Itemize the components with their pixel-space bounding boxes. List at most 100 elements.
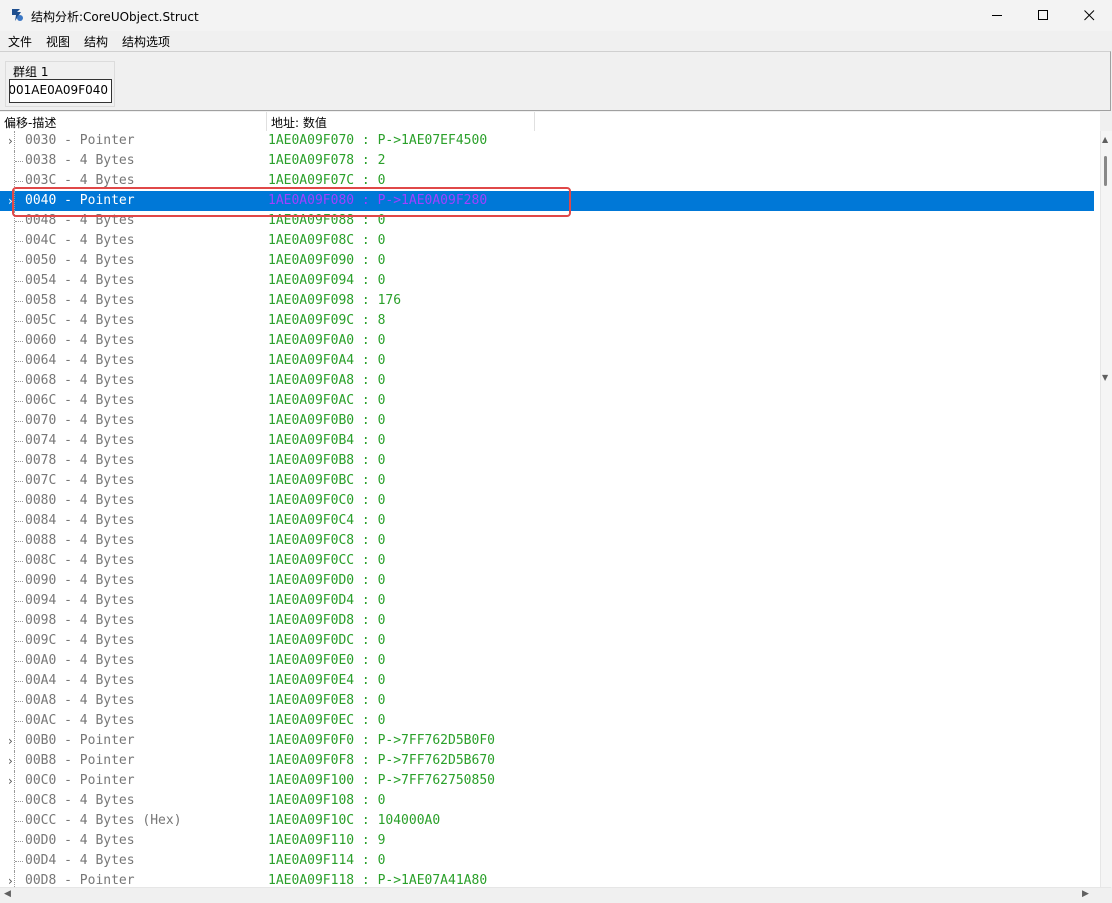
expand-chevron-icon[interactable]: › (8, 731, 18, 751)
tree-row[interactable]: 0058 - 4 Bytes 1AE0A09F098 : 176 (0, 291, 1094, 311)
menu-structure-options[interactable]: 结构选项 (122, 33, 170, 50)
tree-row[interactable]: › 00D8 - Pointer 1AE0A09F118 : P->1AE07A41… (0, 871, 1094, 887)
tree-row[interactable]: 00AC - 4 Bytes 1AE0A09F0EC : 0 (0, 711, 1094, 731)
tree-row[interactable]: 006C - 4 Bytes 1AE0A09F0AC : 0 (0, 391, 1094, 411)
tree-row[interactable]: 0078 - 4 Bytes 1AE0A09F0B8 : 0 (0, 451, 1094, 471)
tree-branch-line (15, 681, 23, 682)
tree-row[interactable]: 00A8 - 4 Bytes 1AE0A09F0E8 : 0 (0, 691, 1094, 711)
horizontal-scrollbar[interactable]: ◀ ▶ (0, 887, 1111, 903)
row-offset-description: 007C - 4 Bytes (25, 473, 135, 488)
tree-row[interactable]: 0070 - 4 Bytes 1AE0A09F0B0 : 0 (0, 411, 1094, 431)
tree-branch-line (15, 221, 23, 222)
tree-branch-line (15, 301, 23, 302)
highlight-annotation (12, 187, 571, 217)
row-offset-description: 00A0 - 4 Bytes (25, 653, 135, 668)
tree-row[interactable]: 00CC - 4 Bytes (Hex) 1AE0A09F10C : 104000… (0, 811, 1094, 831)
tree-branch-line (15, 421, 23, 422)
row-address-value: 1AE0A09F0E0 : 0 (268, 653, 386, 668)
row-address-value: 1AE0A09F08C : 0 (268, 233, 386, 248)
group-label: 群组 1 (13, 65, 49, 79)
row-offset-description: 00AC - 4 Bytes (25, 713, 135, 728)
expand-chevron-icon[interactable]: › (8, 771, 18, 791)
tree-branch-line (15, 281, 23, 282)
tree-branch-line (15, 461, 23, 462)
row-offset-description: 0080 - 4 Bytes (25, 493, 135, 508)
tree-row[interactable]: 00A0 - 4 Bytes 1AE0A09F0E0 : 0 (0, 651, 1094, 671)
tree-row[interactable]: 00D4 - 4 Bytes 1AE0A09F114 : 0 (0, 851, 1094, 871)
row-offset-description: 006C - 4 Bytes (25, 393, 135, 408)
row-offset-description: 00B8 - Pointer (25, 753, 135, 768)
scroll-thumb[interactable] (1104, 156, 1107, 186)
expand-chevron-icon[interactable]: › (8, 751, 18, 771)
expand-chevron-icon[interactable]: › (8, 131, 18, 151)
expand-chevron-icon[interactable]: › (8, 871, 18, 887)
column-divider[interactable] (266, 112, 267, 131)
row-offset-description: 00CC - 4 Bytes (Hex) (25, 813, 182, 828)
tree-branch-line (15, 581, 23, 582)
tree-row[interactable]: 0080 - 4 Bytes 1AE0A09F0C0 : 0 (0, 491, 1094, 511)
group-address-field[interactable]: 0001AE0A09F040 (9, 79, 112, 103)
tree-row[interactable]: 0054 - 4 Bytes 1AE0A09F094 : 0 (0, 271, 1094, 291)
scroll-down-icon[interactable]: ▼ (1102, 373, 1108, 382)
tree-row[interactable]: 0090 - 4 Bytes 1AE0A09F0D0 : 0 (0, 571, 1094, 591)
row-address-value: 1AE0A09F0DC : 0 (268, 633, 386, 648)
row-address-value: 1AE0A09F0C8 : 0 (268, 533, 386, 548)
scroll-up-icon[interactable]: ▲ (1102, 135, 1108, 144)
structure-tree[interactable]: › 0030 - Pointer 1AE0A09F070 : P->1AE07EF4… (0, 131, 1100, 887)
tree-row[interactable]: 0060 - 4 Bytes 1AE0A09F0A0 : 0 (0, 331, 1094, 351)
tree-row[interactable]: 0068 - 4 Bytes 1AE0A09F0A8 : 0 (0, 371, 1094, 391)
row-offset-description: 0060 - 4 Bytes (25, 333, 135, 348)
column-address-value[interactable]: 地址: 数值 (271, 114, 327, 131)
row-offset-description: 0084 - 4 Bytes (25, 513, 135, 528)
tree-branch-line (15, 481, 23, 482)
row-address-value: 1AE0A09F114 : 0 (268, 853, 386, 868)
menu-view[interactable]: 视图 (46, 33, 70, 50)
tree-row[interactable]: 0088 - 4 Bytes 1AE0A09F0C8 : 0 (0, 531, 1094, 551)
tree-row[interactable]: 00C8 - 4 Bytes 1AE0A09F108 : 0 (0, 791, 1094, 811)
menu-file[interactable]: 文件 (8, 33, 32, 50)
scroll-left-icon[interactable]: ◀ (4, 889, 11, 899)
scroll-right-icon[interactable]: ▶ (1082, 889, 1089, 899)
group-address-text: 0001AE0A09F040 (9, 83, 108, 97)
tree-row[interactable]: 0094 - 4 Bytes 1AE0A09F0D4 : 0 (0, 591, 1094, 611)
vertical-scrollbar[interactable]: ▲ ▼ (1100, 131, 1112, 887)
tree-row[interactable]: 005C - 4 Bytes 1AE0A09F09C : 8 (0, 311, 1094, 331)
tree-row[interactable]: 0098 - 4 Bytes 1AE0A09F0D8 : 0 (0, 611, 1094, 631)
tree-branch-line (15, 601, 23, 602)
row-address-value: 1AE0A09F0E8 : 0 (268, 693, 386, 708)
column-offset-description[interactable]: 偏移-描述 (4, 114, 56, 131)
tree-row[interactable]: › 00C0 - Pointer 1AE0A09F100 : P->7FF76275… (0, 771, 1094, 791)
row-address-value: 1AE0A09F0F8 : P->7FF762D5B670 (268, 753, 495, 768)
tree-row[interactable]: 004C - 4 Bytes 1AE0A09F08C : 0 (0, 231, 1094, 251)
tree-row[interactable]: 00A4 - 4 Bytes 1AE0A09F0E4 : 0 (0, 671, 1094, 691)
tree-branch-line (15, 621, 23, 622)
maximize-button[interactable] (1020, 0, 1066, 31)
tree-branch-line (15, 841, 23, 842)
row-offset-description: 0068 - 4 Bytes (25, 373, 135, 388)
close-button[interactable] (1066, 0, 1112, 31)
tree-row[interactable]: › 00B8 - Pointer 1AE0A09F0F8 : P->7FF762D5… (0, 751, 1094, 771)
row-address-value: 1AE0A09F0B4 : 0 (268, 433, 386, 448)
tree-row[interactable]: 009C - 4 Bytes 1AE0A09F0DC : 0 (0, 631, 1094, 651)
tree-row[interactable]: 0084 - 4 Bytes 1AE0A09F0C4 : 0 (0, 511, 1094, 531)
tree-row[interactable]: 008C - 4 Bytes 1AE0A09F0CC : 0 (0, 551, 1094, 571)
menu-structure[interactable]: 结构 (84, 33, 108, 50)
row-address-value: 1AE0A09F0B0 : 0 (268, 413, 386, 428)
tree-row[interactable]: 0050 - 4 Bytes 1AE0A09F090 : 0 (0, 251, 1094, 271)
row-offset-description: 004C - 4 Bytes (25, 233, 135, 248)
tree-row[interactable]: 0038 - 4 Bytes 1AE0A09F078 : 2 (0, 151, 1094, 171)
tree-row[interactable]: 0074 - 4 Bytes 1AE0A09F0B4 : 0 (0, 431, 1094, 451)
tree-row[interactable]: 00D0 - 4 Bytes 1AE0A09F110 : 9 (0, 831, 1094, 851)
row-address-value: 1AE0A09F0D8 : 0 (268, 613, 386, 628)
tree-row[interactable]: 0064 - 4 Bytes 1AE0A09F0A4 : 0 (0, 351, 1094, 371)
row-address-value: 1AE0A09F070 : P->1AE07EF4500 (268, 133, 488, 148)
row-address-value: 1AE0A09F0C4 : 0 (268, 513, 386, 528)
tree-row[interactable]: › 00B0 - Pointer 1AE0A09F0F0 : P->7FF762D5… (0, 731, 1094, 751)
column-divider[interactable] (534, 112, 535, 131)
row-offset-description: 00C8 - 4 Bytes (25, 793, 135, 808)
row-address-value: 1AE0A09F0CC : 0 (268, 553, 386, 568)
minimize-button[interactable] (974, 0, 1020, 31)
tree-row[interactable]: › 0030 - Pointer 1AE0A09F070 : P->1AE07EF4… (0, 131, 1094, 151)
row-address-value: 1AE0A09F110 : 9 (268, 833, 386, 848)
tree-row[interactable]: 007C - 4 Bytes 1AE0A09F0BC : 0 (0, 471, 1094, 491)
